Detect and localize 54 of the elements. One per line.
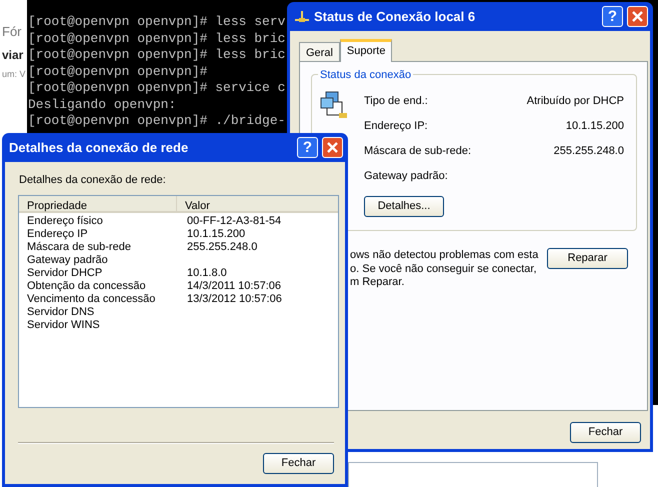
property-cell-text: Servidor WINS (26, 318, 101, 332)
field-value: 10.1.15.200 (566, 119, 624, 134)
value-cell: 10.1.8.0 (187, 266, 227, 280)
field-value: Atribuído por DHCP (526, 94, 624, 110)
tab[interactable]: Geral (299, 42, 340, 61)
help-text-line: m Reparar. (350, 276, 406, 290)
help-text-line: o. Se você não conseguir se conectar, (350, 262, 538, 276)
details-button[interactable]: Detalhes... (364, 196, 444, 217)
close-dialog-button[interactable]: Fechar (570, 422, 641, 443)
link-text[interactable]: Fór (2, 22, 26, 42)
help-button[interactable]: ? (602, 6, 623, 27)
window-title: Status de Conexão local 6 (314, 8, 476, 26)
repair-button[interactable]: Reparar (547, 248, 628, 269)
field-label: Tipo de end.: (364, 94, 428, 110)
property-cell-text: Máscara de sub-rede (26, 240, 132, 254)
value-cell: 10.1.15.200 (187, 228, 246, 240)
window-title: Detalhes da conexão de rede (9, 138, 188, 157)
list-caption: Detalhes da conexão de rede: (19, 173, 167, 188)
value-cell: 13/3/2012 10:57:06 (187, 292, 282, 306)
terminal-line: [root@openvpn openvpn]# service c (28, 80, 286, 96)
close-icon (631, 10, 644, 23)
network-computers-icon (320, 91, 350, 121)
value-cell: 00-FF-12-A3-81-54 (187, 214, 282, 228)
property-cell-text: Endereço físico (26, 214, 104, 228)
value-cell: 255.255.248.0 (187, 240, 258, 254)
field-label: Gateway padrão: (364, 169, 448, 184)
meta-text: um: V (2, 68, 26, 80)
heading-text: viar (2, 46, 24, 64)
column-header[interactable]: Valor (177, 196, 210, 210)
property-cell-text: Servidor DHCP (26, 266, 104, 280)
field-label: Máscara de sub-rede: (364, 144, 471, 160)
terminal-line: Desligando openvpn: (28, 96, 176, 113)
property-cell-text: Vencimento da concessão (26, 292, 156, 306)
close-icon (326, 141, 339, 154)
terminal-line: [root@openvpn openvpn]# ./bridge- (28, 113, 286, 130)
property-cell-text: Servidor DNS (26, 306, 96, 318)
field-value: 255.255.248.0 (554, 144, 624, 160)
close-dialog-button[interactable]: Fechar (263, 452, 334, 474)
close-button[interactable] (322, 137, 343, 158)
network-icon (294, 10, 310, 24)
help-text-line: ows não detectou problemas com esta (350, 249, 540, 262)
terminal-line: [root@openvpn openvpn]# (28, 64, 208, 80)
terminal-line: [root@openvpn openvpn]# less bric (28, 30, 286, 47)
close-button[interactable] (627, 6, 648, 27)
property-cell-text: Endereço IP (26, 228, 89, 240)
terminal-line: [root@openvpn openvpn]# less bric (28, 47, 286, 64)
property-cell-text: Gateway padrão (26, 254, 109, 266)
field-label: Endereço IP: (364, 119, 428, 134)
terminal-line: [root@openvpn openvpn]# less serv (28, 14, 286, 30)
value-cell: 14/3/2011 10:57:06 (187, 280, 281, 292)
property-cell-text: Obtenção da concessão (26, 280, 147, 292)
column-header[interactable]: Propriedade (19, 196, 177, 210)
tab[interactable]: Suporte (340, 39, 392, 62)
help-button[interactable]: ? (297, 137, 318, 158)
